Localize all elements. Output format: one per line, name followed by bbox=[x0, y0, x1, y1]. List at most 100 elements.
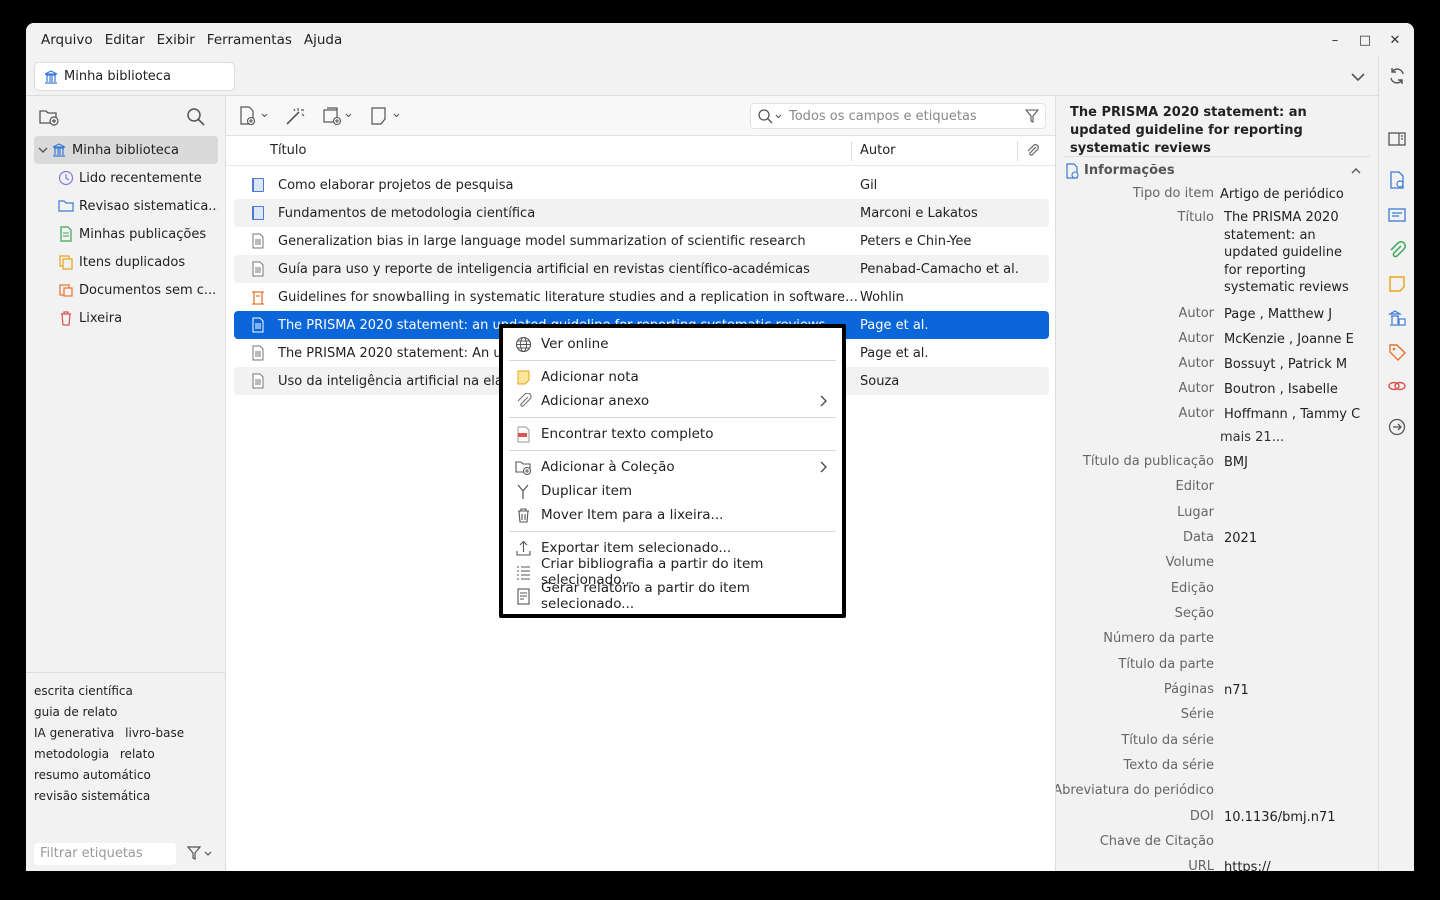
export-icon bbox=[516, 540, 531, 556]
table-row[interactable]: Generalization bias in large language mo… bbox=[234, 227, 1049, 255]
abstract-icon[interactable] bbox=[1387, 205, 1407, 225]
collection-duplicates[interactable]: Itens duplicados bbox=[34, 248, 218, 276]
tag-icon[interactable] bbox=[1387, 342, 1407, 362]
attachments-icon[interactable] bbox=[1387, 240, 1407, 260]
close-button[interactable]: ✕ bbox=[1386, 33, 1404, 48]
maximize-button[interactable]: □ bbox=[1356, 33, 1374, 48]
menu-add-to-collection[interactable]: Adicionar à Coleção bbox=[503, 455, 842, 479]
filter-icon[interactable] bbox=[1025, 109, 1039, 123]
collection-unfiled[interactable]: Documentos sem c... bbox=[34, 276, 218, 304]
collection-my-library[interactable]: Minha biblioteca bbox=[34, 136, 218, 164]
column-divider[interactable] bbox=[851, 141, 852, 161]
tag-item[interactable]: livro-base bbox=[125, 726, 184, 740]
menu-exibir[interactable]: Exibir bbox=[152, 32, 200, 48]
tag-item[interactable]: IA generativa bbox=[34, 726, 114, 740]
table-row[interactable]: Guidelines for snowballing in systematic… bbox=[234, 283, 1049, 311]
row-title: Fundamentos de metodologia científica bbox=[278, 205, 536, 221]
item-pane: The PRISMA 2020 statement: an updated gu… bbox=[1056, 96, 1378, 871]
filter-icon[interactable] bbox=[186, 845, 214, 863]
table-row[interactable]: Fundamentos de metodologia científica Ma… bbox=[234, 199, 1049, 227]
locate-icon[interactable] bbox=[1387, 417, 1407, 437]
field-value[interactable]: Artigo de periódico bbox=[1220, 186, 1370, 204]
collection-my-publications[interactable]: Minhas publicações bbox=[34, 220, 218, 248]
collection-recently-read[interactable]: Lido recentemente bbox=[34, 164, 218, 192]
paperclip-icon[interactable] bbox=[1025, 143, 1041, 159]
field-value[interactable]: Hoffmann , Tammy C bbox=[1224, 406, 1374, 424]
field-citation-key: Chave de Citação bbox=[1056, 831, 1378, 856]
field-value[interactable]: n71 bbox=[1224, 682, 1352, 700]
sync-icon[interactable] bbox=[1387, 66, 1407, 86]
menu-editar[interactable]: Editar bbox=[100, 32, 150, 48]
table-row[interactable]: Como elaborar projetos de pesquisa Gil bbox=[234, 171, 1049, 199]
field-volume: Volume bbox=[1056, 552, 1378, 578]
menu-generate-report[interactable]: Gerar relatório a partir do item selecio… bbox=[503, 580, 842, 612]
column-author[interactable]: Autor bbox=[860, 143, 896, 158]
book-icon bbox=[252, 178, 264, 192]
field-value[interactable]: 2021 bbox=[1224, 530, 1352, 548]
menu-arquivo[interactable]: Arquivo bbox=[36, 32, 98, 48]
add-attachment-icon[interactable] bbox=[322, 106, 354, 126]
menubar: Arquivo Editar Exibir Ferramentas Ajuda bbox=[26, 23, 1414, 57]
more-authors-link[interactable]: mais 21... bbox=[1220, 430, 1284, 445]
menu-add-note[interactable]: Adicionar nota bbox=[503, 365, 842, 389]
menu-ajuda[interactable]: Ajuda bbox=[299, 32, 347, 48]
info-doc-icon[interactable] bbox=[1387, 170, 1407, 190]
field-title: Título The PRISMA 2020 statement: an upd… bbox=[1056, 207, 1378, 303]
field-author: Autor Page , Matthew J bbox=[1056, 303, 1378, 328]
collection-revisao[interactable]: Revisao sistematica... bbox=[34, 192, 218, 220]
tag-item[interactable]: revisão sistemática bbox=[34, 789, 150, 803]
magic-wand-icon[interactable] bbox=[284, 106, 316, 126]
tag-item[interactable]: metodologia bbox=[34, 747, 109, 761]
search-input[interactable]: Todos os campos e etiquetas bbox=[750, 103, 1046, 129]
field-value[interactable]: 10.1136/bmj.n71 bbox=[1224, 809, 1352, 827]
section-info-header[interactable]: Informações bbox=[1064, 156, 1370, 184]
tab-library[interactable]: Minha biblioteca bbox=[34, 62, 235, 91]
article-icon bbox=[252, 345, 264, 361]
field-label: DOI bbox=[1189, 809, 1214, 824]
new-item-icon[interactable] bbox=[238, 106, 270, 126]
toggle-pane-icon[interactable] bbox=[1387, 129, 1407, 149]
column-title[interactable]: Título bbox=[270, 143, 306, 158]
field-series-title: Título da série bbox=[1056, 730, 1378, 755]
tag-filter-input[interactable]: Filtrar etiquetas bbox=[34, 843, 176, 865]
table-row[interactable]: Guía para uso y reporte de inteligencia … bbox=[234, 255, 1049, 283]
field-value[interactable]: Page , Matthew J bbox=[1224, 306, 1374, 324]
field-value[interactable]: https:// bbox=[1224, 859, 1352, 871]
collection-trash[interactable]: Lixeira bbox=[34, 304, 218, 332]
minimize-button[interactable]: – bbox=[1326, 33, 1344, 48]
new-note-icon[interactable] bbox=[370, 106, 402, 126]
field-value[interactable]: BMJ bbox=[1224, 454, 1352, 472]
tag-item[interactable]: relato bbox=[120, 747, 155, 761]
menu-move-to-trash[interactable]: Mover Item para a lixeira... bbox=[503, 503, 842, 527]
chevron-up-icon[interactable] bbox=[1350, 165, 1362, 177]
field-value[interactable]: Bossuyt , Patrick M bbox=[1224, 356, 1374, 374]
row-author: Souza bbox=[860, 373, 900, 389]
pdf-icon bbox=[517, 426, 530, 442]
menu-view-online[interactable]: Ver online bbox=[503, 332, 842, 356]
collection-label: Revisao sistematica... bbox=[79, 198, 218, 214]
menu-ferramentas[interactable]: Ferramentas bbox=[202, 32, 297, 48]
column-divider[interactable] bbox=[1017, 141, 1018, 161]
field-value[interactable]: McKenzie , Joanne E bbox=[1224, 331, 1374, 349]
new-collection-icon[interactable] bbox=[38, 107, 60, 127]
item-title-heading[interactable]: The PRISMA 2020 statement: an updated gu… bbox=[1070, 104, 1360, 158]
field-url: URL https:// bbox=[1056, 856, 1378, 871]
search-icon[interactable] bbox=[186, 107, 206, 127]
field-value[interactable]: Boutron , Isabelle bbox=[1224, 381, 1374, 399]
tag-item[interactable]: escrita científica bbox=[34, 684, 133, 698]
field-publication: Título da publicação BMJ bbox=[1056, 451, 1378, 476]
notes-icon[interactable] bbox=[1387, 274, 1407, 294]
tag-item[interactable]: resumo automático bbox=[34, 768, 151, 782]
chevron-down-icon[interactable] bbox=[37, 144, 49, 156]
field-value[interactable]: The PRISMA 2020 statement: an updated gu… bbox=[1224, 209, 1352, 297]
menu-duplicate-item[interactable]: Duplicar item bbox=[503, 479, 842, 503]
menu-add-attachment[interactable]: Adicionar anexo bbox=[503, 389, 842, 413]
field-label: Título da parte bbox=[1118, 657, 1214, 672]
libraries-collections-icon[interactable] bbox=[1387, 308, 1407, 328]
tag-item[interactable]: guia de relato bbox=[34, 705, 117, 719]
chevron-down-icon[interactable] bbox=[1348, 67, 1368, 87]
row-author: Peters e Chin-Yee bbox=[860, 233, 972, 249]
search-mode-icon[interactable] bbox=[757, 108, 785, 126]
related-icon[interactable] bbox=[1387, 376, 1407, 396]
menu-find-full-text[interactable]: Encontrar texto completo bbox=[503, 422, 842, 446]
